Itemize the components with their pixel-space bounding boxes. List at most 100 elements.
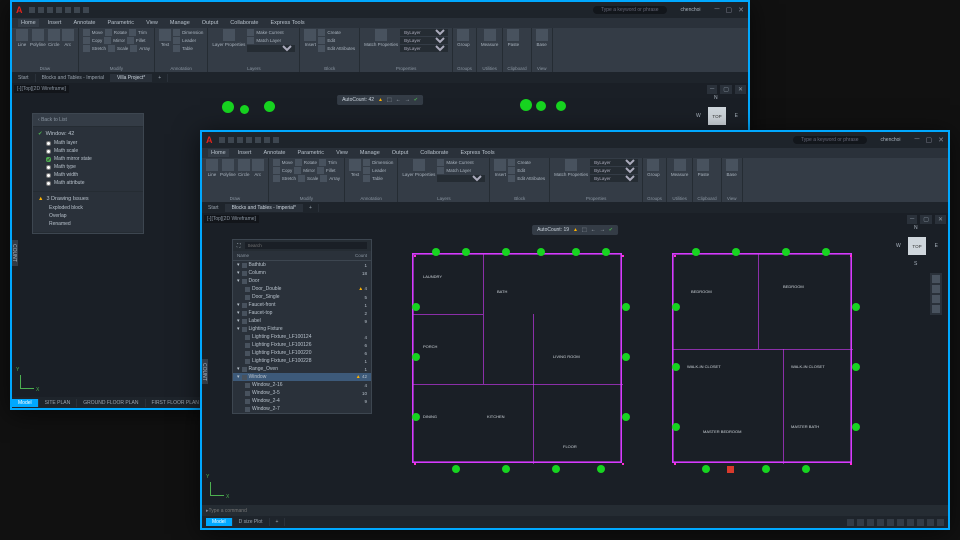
window-block-symbol xyxy=(412,303,420,311)
count-panel-tab[interactable]: COUNT xyxy=(202,359,208,385)
tool-base[interactable]: Base xyxy=(536,29,548,47)
check-box[interactable] xyxy=(46,165,51,170)
window-block-symbol xyxy=(412,353,420,361)
window-controls[interactable]: ─▢✕ xyxy=(715,6,744,14)
autocount-toolbar[interactable]: AutoCount: 42▲⬚←→✔ xyxy=(337,95,423,105)
window-block-symbol xyxy=(572,248,580,256)
app-logo: A xyxy=(206,135,213,145)
bylayer1[interactable]: ByLayer xyxy=(400,29,448,36)
user-name[interactable]: chenchoi xyxy=(881,137,901,143)
tree-row[interactable]: Lighting Fixture_LF1001266 xyxy=(233,341,371,349)
nav-bar[interactable] xyxy=(930,273,942,315)
check-box[interactable] xyxy=(46,141,51,146)
window-block-symbol xyxy=(852,363,860,371)
tree-row[interactable]: Lighting Fixture_LF1002281 xyxy=(233,357,371,365)
check-row[interactable]: Math width xyxy=(38,171,138,179)
bylayer2[interactable]: ByLayer xyxy=(400,37,448,44)
tree-row[interactable]: ▾ Faucet-front1 xyxy=(233,301,371,309)
layout-model[interactable]: Model xyxy=(206,518,233,526)
tab-parametric: Parametric xyxy=(104,19,137,27)
back-link[interactable]: ‹ Back to List xyxy=(33,114,143,127)
tool-arc[interactable]: Arc xyxy=(62,29,74,47)
tree-row[interactable]: Window_2-7 xyxy=(233,405,371,413)
tree-row[interactable]: Lighting Fixture_LF1001244 xyxy=(233,333,371,341)
document-tabs[interactable]: Start Blocks and Tables - Imperial Villa… xyxy=(12,72,748,83)
window-block-symbol xyxy=(762,465,770,473)
check-row[interactable]: Math layer xyxy=(38,139,138,147)
close-icon: ✕ xyxy=(738,6,744,14)
check-box[interactable] xyxy=(46,157,51,162)
ribbon-tabs[interactable]: Home Insert Annotate Parametric View Man… xyxy=(12,18,748,28)
layout-dsize[interactable]: D size Plot xyxy=(233,518,270,526)
ribbon-tabs[interactable]: HomeInsertAnnotateParametricViewManageOu… xyxy=(202,148,948,158)
tool-layer-props[interactable]: Layer Properties xyxy=(212,29,245,47)
tree-search-input[interactable] xyxy=(245,242,367,249)
tool-match-props[interactable]: Match Properties xyxy=(364,29,398,47)
tree-row[interactable]: Lighting Fixture_LF1002206 xyxy=(233,349,371,357)
viewport-label[interactable]: [-][Top][2D Wireframe] xyxy=(14,85,69,93)
tree-row[interactable]: ▾ Label9 xyxy=(233,317,371,325)
tool-text[interactable]: Text xyxy=(159,29,171,47)
issue-row[interactable]: Exploded block xyxy=(38,204,138,212)
tool-circle[interactable]: Circle xyxy=(48,29,60,47)
tree-row[interactable]: Door_Single5 xyxy=(233,293,371,301)
window-controls[interactable]: ─▢✕ xyxy=(915,136,944,144)
document-tabs[interactable]: Start Blocks and Tables - Imperial* + xyxy=(202,202,948,213)
viewport-controls[interactable]: ─▢✕ xyxy=(707,85,746,94)
bylayer3[interactable]: ByLayer xyxy=(400,45,448,52)
tool-polyline[interactable]: Polyline xyxy=(30,29,46,47)
count-panel: ‹ Back to List ✔Window: 42 Math layerMat… xyxy=(32,113,144,234)
tool-line[interactable]: Line xyxy=(16,29,28,47)
tool-group[interactable]: Group xyxy=(457,29,470,47)
tree-row[interactable]: ▾ Window▲ 42 xyxy=(233,373,371,381)
tree-row[interactable]: Door_Double▲ 4 xyxy=(233,285,371,293)
check-icon: ✔ xyxy=(38,131,43,137)
floor-plan-ground: LAUNDRY PORCH BATH DINING KITCHEN LIVING… xyxy=(412,253,622,463)
tree-row[interactable]: ▾ Column18 xyxy=(233,269,371,277)
check-row[interactable]: Math mirror state xyxy=(38,155,138,163)
check-row[interactable]: Math attribute xyxy=(38,179,138,187)
tree-row[interactable]: ▾ Bathtub1 xyxy=(233,261,371,269)
tool-insert[interactable]: Insert xyxy=(304,29,316,47)
check-box[interactable] xyxy=(46,181,51,186)
search-box[interactable]: Type a keyword or phrase xyxy=(593,6,667,14)
quick-access-toolbar[interactable] xyxy=(219,137,279,143)
tree-row[interactable]: ▾ Range_Oven1 xyxy=(233,365,371,373)
titlebar: A Type a keyword or phrase chenchoi ─▢✕ xyxy=(12,2,748,18)
window-block-symbol xyxy=(692,248,700,256)
command-line[interactable]: ▸ xyxy=(202,504,948,516)
check-row[interactable]: Math scale xyxy=(38,147,138,155)
viewcube[interactable]: NSEW TOP xyxy=(702,101,732,131)
command-input[interactable] xyxy=(209,508,944,514)
tab-collaborate: Collaborate xyxy=(227,19,261,27)
ucs-icon: XY xyxy=(18,371,38,391)
quick-access-toolbar[interactable] xyxy=(29,7,89,13)
tree-row[interactable]: ▾ Faucet-top2 xyxy=(233,309,371,317)
check-box[interactable] xyxy=(46,173,51,178)
viewport-label[interactable]: [-][Top][2D Wireframe] xyxy=(204,215,259,223)
tool-measure[interactable]: Measure xyxy=(481,29,499,47)
layer-dropdown[interactable] xyxy=(247,45,295,52)
tree-row[interactable]: ▾ Lighting Fixture xyxy=(233,325,371,333)
window-block-symbol xyxy=(732,248,740,256)
status-toggles[interactable] xyxy=(847,519,944,526)
count-panel-tab[interactable]: COUNT xyxy=(12,240,18,266)
check-box[interactable] xyxy=(46,149,51,154)
drawing-canvas[interactable]: [-][Top][2D Wireframe] ─▢✕ AutoCount: 19… xyxy=(202,213,948,504)
layout-model: Model xyxy=(12,399,39,407)
viewcube[interactable]: NSEW TOP xyxy=(902,231,932,261)
warning-icon: ▲ xyxy=(378,97,383,103)
tree-row[interactable]: ▾ Door xyxy=(233,277,371,285)
autocount-toolbar[interactable]: AutoCount: 19▲⬚←→✔ xyxy=(532,225,618,235)
viewport-controls[interactable]: ─▢✕ xyxy=(907,215,946,224)
tree-row[interactable]: Window_3-510 xyxy=(233,389,371,397)
tree-row[interactable]: Window_2-49 xyxy=(233,397,371,405)
issue-row[interactable]: Overlap xyxy=(38,212,138,220)
tree-row[interactable]: Window_2-164 xyxy=(233,381,371,389)
check-row[interactable]: Math type xyxy=(38,163,138,171)
search-box[interactable]: Type a keyword or phrase xyxy=(793,136,867,144)
filter-icon[interactable]: ⛶ xyxy=(237,243,241,249)
tool-paste[interactable]: Paste xyxy=(507,29,519,47)
user-name[interactable]: chenchoi xyxy=(681,7,701,13)
issue-row[interactable]: Renamed xyxy=(38,220,138,228)
